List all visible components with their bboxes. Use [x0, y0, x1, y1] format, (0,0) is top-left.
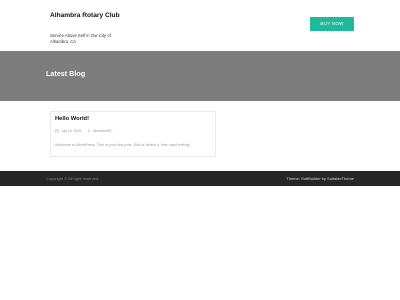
user-icon: [87, 129, 91, 133]
page-title: Latest Blog: [46, 69, 86, 78]
footer-theme-credit[interactable]: Theme: SoftBuilder by SuitableTheme: [286, 176, 354, 181]
blog-post-card: Hello World! July 16, 2019 AlhambraRC We…: [50, 111, 216, 157]
post-author[interactable]: AlhambraRC: [93, 129, 112, 133]
post-meta: July 16, 2019 AlhambraRC: [55, 128, 113, 134]
post-excerpt: Welcome to WordPress. This is your first…: [55, 143, 191, 147]
site-footer: Copyright © All right reserved. Theme: S…: [0, 171, 400, 186]
post-date[interactable]: July 16, 2019: [61, 129, 81, 133]
calendar-icon: [55, 129, 59, 133]
page-banner: Latest Blog: [0, 51, 400, 101]
site-title[interactable]: Alhambra Rotary Club: [50, 9, 130, 22]
buy-now-button[interactable]: BUY NOW: [310, 17, 354, 31]
site-header: Alhambra Rotary Club Service Above Self …: [0, 0, 400, 51]
post-title[interactable]: Hello World!: [55, 116, 89, 122]
site-description: Service Above Self in Our City of Alhamb…: [50, 33, 111, 44]
footer-copyright: Copyright © All right reserved.: [46, 176, 100, 181]
